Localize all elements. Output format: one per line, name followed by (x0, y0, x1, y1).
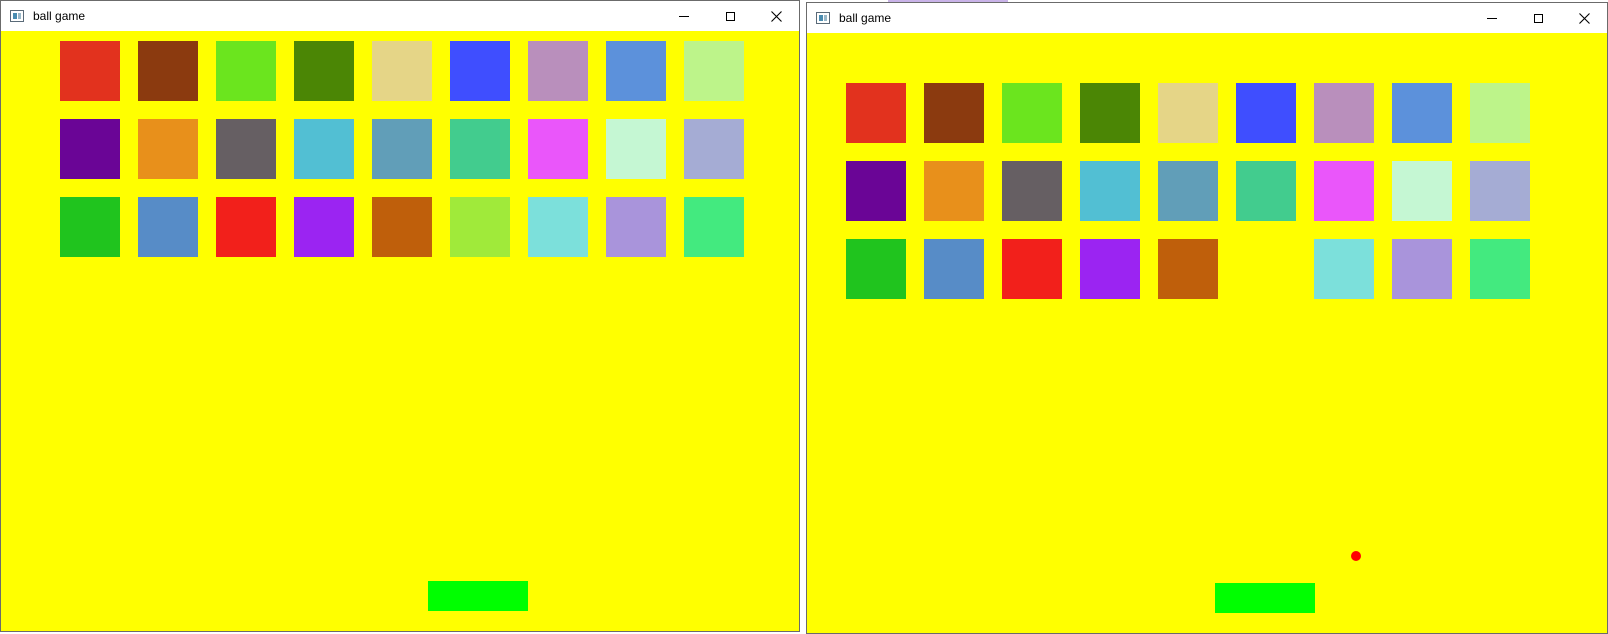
game-canvas[interactable] (1, 31, 799, 631)
brick (138, 41, 198, 101)
brick (684, 119, 744, 179)
brick (846, 83, 906, 143)
brick (216, 197, 276, 257)
maximize-icon (1533, 13, 1543, 23)
brick (1158, 239, 1218, 299)
brick (294, 197, 354, 257)
title-bar[interactable]: ball game (807, 3, 1607, 33)
brick (1392, 83, 1452, 143)
brick (1392, 239, 1452, 299)
brick (138, 197, 198, 257)
brick (1392, 161, 1452, 221)
brick (1002, 83, 1062, 143)
brick (606, 41, 666, 101)
brick (1236, 161, 1296, 221)
maximize-icon (725, 11, 735, 21)
brick (1080, 161, 1140, 221)
maximize-button[interactable] (707, 1, 753, 31)
close-button[interactable] (753, 1, 799, 31)
brick (450, 119, 510, 179)
close-button[interactable] (1561, 3, 1607, 33)
minimize-button[interactable] (1469, 3, 1515, 33)
paddle[interactable] (1215, 583, 1315, 613)
app-icon (10, 10, 24, 22)
brick (138, 119, 198, 179)
brick (1002, 239, 1062, 299)
brick (1158, 161, 1218, 221)
close-icon (770, 10, 782, 22)
brick (528, 197, 588, 257)
brick (450, 197, 510, 257)
brick (60, 41, 120, 101)
brick (60, 119, 120, 179)
brick (1158, 83, 1218, 143)
minimize-icon (1487, 17, 1497, 19)
minimize-icon (679, 15, 689, 17)
close-icon (1578, 12, 1590, 24)
game-window-1[interactable]: ball game (0, 0, 800, 632)
brick (684, 41, 744, 101)
brick (372, 41, 432, 101)
brick (606, 197, 666, 257)
brick (372, 197, 432, 257)
paddle[interactable] (428, 581, 528, 611)
window-controls (661, 1, 799, 31)
brick (846, 239, 906, 299)
brick (528, 119, 588, 179)
maximize-button[interactable] (1515, 3, 1561, 33)
window-title: ball game (839, 11, 892, 25)
brick (924, 239, 984, 299)
brick (1314, 239, 1374, 299)
brick (924, 83, 984, 143)
minimize-button[interactable] (661, 1, 707, 31)
brick (1080, 83, 1140, 143)
brick (294, 41, 354, 101)
title-bar[interactable]: ball game (1, 1, 799, 31)
brick (1470, 83, 1530, 143)
brick (606, 119, 666, 179)
ball (1351, 551, 1361, 561)
brick (1314, 83, 1374, 143)
brick (1314, 161, 1374, 221)
brick (294, 119, 354, 179)
brick (372, 119, 432, 179)
brick (60, 197, 120, 257)
brick (450, 41, 510, 101)
window-controls (1469, 3, 1607, 33)
game-canvas[interactable] (807, 33, 1607, 633)
brick (1236, 83, 1296, 143)
brick (1002, 161, 1062, 221)
brick (1470, 239, 1530, 299)
brick (216, 119, 276, 179)
brick (924, 161, 984, 221)
brick (528, 41, 588, 101)
app-icon (816, 12, 830, 24)
game-window-2[interactable]: ball game (806, 2, 1608, 634)
brick (1470, 161, 1530, 221)
brick (684, 197, 744, 257)
brick (846, 161, 906, 221)
brick (216, 41, 276, 101)
window-title: ball game (33, 9, 86, 23)
brick (1080, 239, 1140, 299)
